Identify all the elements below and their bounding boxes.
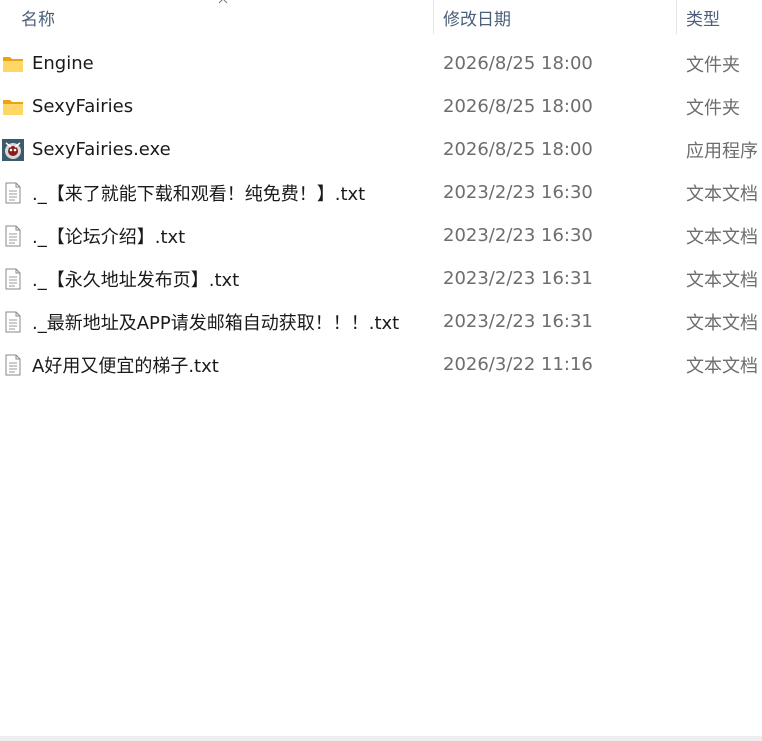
text-file-icon [2,182,24,204]
file-date: 2026/8/25 18:00 [443,96,593,117]
file-name: Engine [32,53,94,74]
file-name-cell[interactable]: ._【来了就能下载和观看！纯免费！】.txt [0,171,433,214]
file-row[interactable]: ._【论坛介绍】.txt 2023/2/23 16:30 文本文档 [0,214,762,257]
file-date: 2023/2/23 16:30 [443,225,593,246]
file-type: 应用程序 [686,140,758,162]
file-row[interactable]: SexyFairies 2026/8/25 18:00 文件夹 [0,85,762,128]
file-name: SexyFairies.exe [32,139,171,160]
file-type: 文本文档 [686,183,758,205]
file-date: 2023/2/23 16:30 [443,182,593,203]
file-name: ._最新地址及APP请发邮箱自动获取！！！.txt [32,312,400,334]
text-file-icon [2,225,24,247]
file-row[interactable]: SexyFairies.exe 2026/8/25 18:00 应用程序 [0,128,762,171]
exe-app-icon [2,138,24,161]
file-type: 文件夹 [686,97,740,119]
file-row[interactable]: Engine 2026/8/25 18:00 文件夹 [0,42,762,85]
file-row[interactable]: ._【永久地址发布页】.txt 2023/2/23 16:31 文本文档 [0,257,762,300]
file-row[interactable]: ._最新地址及APP请发邮箱自动获取！！！.txt 2023/2/23 16:3… [0,300,762,343]
file-name-cell[interactable]: ._【永久地址发布页】.txt [0,257,433,300]
text-file-icon [2,311,24,333]
file-type: 文件夹 [686,54,740,76]
file-name: ._【永久地址发布页】.txt [32,269,240,291]
file-row[interactable]: A好用又便宜的梯子.txt 2026/3/22 11:16 文本文档 [0,343,762,386]
file-name-cell[interactable]: SexyFairies.exe [0,128,433,171]
file-explorer-details-view: 名称 修改日期 类型 Engine 2026/8/25 18:00 文件夹 Se… [0,0,762,741]
file-name-cell[interactable]: SexyFairies [0,85,433,128]
file-name-cell[interactable]: A好用又便宜的梯子.txt [0,343,433,386]
file-date: 2023/2/23 16:31 [443,268,593,289]
folder-icon [2,96,24,118]
column-header-type[interactable]: 类型 [676,0,762,34]
file-name-cell[interactable]: ._最新地址及APP请发邮箱自动获取！！！.txt [0,300,433,343]
file-list: Engine 2026/8/25 18:00 文件夹 SexyFairies 2… [0,42,762,386]
horizontal-scrollbar-track[interactable] [0,736,762,741]
file-date: 2023/2/23 16:31 [443,311,593,332]
file-name: ._【来了就能下载和观看！纯免费！】.txt [32,183,366,205]
file-name: A好用又便宜的梯子.txt [32,355,219,377]
file-name: SexyFairies [32,96,134,117]
file-type: 文本文档 [686,312,758,334]
file-date: 2026/3/22 11:16 [443,354,593,375]
file-row[interactable]: ._【来了就能下载和观看！纯免费！】.txt 2023/2/23 16:30 文… [0,171,762,214]
column-header-date-modified[interactable]: 修改日期 [433,0,676,34]
file-type: 文本文档 [686,226,758,248]
file-name-cell[interactable]: ._【论坛介绍】.txt [0,214,433,257]
file-date: 2026/8/25 18:00 [443,53,593,74]
file-name-cell[interactable]: Engine [0,42,433,85]
file-type: 文本文档 [686,269,758,291]
text-file-icon [2,354,24,376]
file-name: ._【论坛介绍】.txt [32,226,186,248]
folder-icon [2,53,24,75]
column-header-bar: 名称 修改日期 类型 [0,0,762,34]
file-date: 2026/8/25 18:00 [443,139,593,160]
text-file-icon [2,268,24,290]
column-header-name[interactable]: 名称 [0,0,433,34]
file-type: 文本文档 [686,355,758,377]
